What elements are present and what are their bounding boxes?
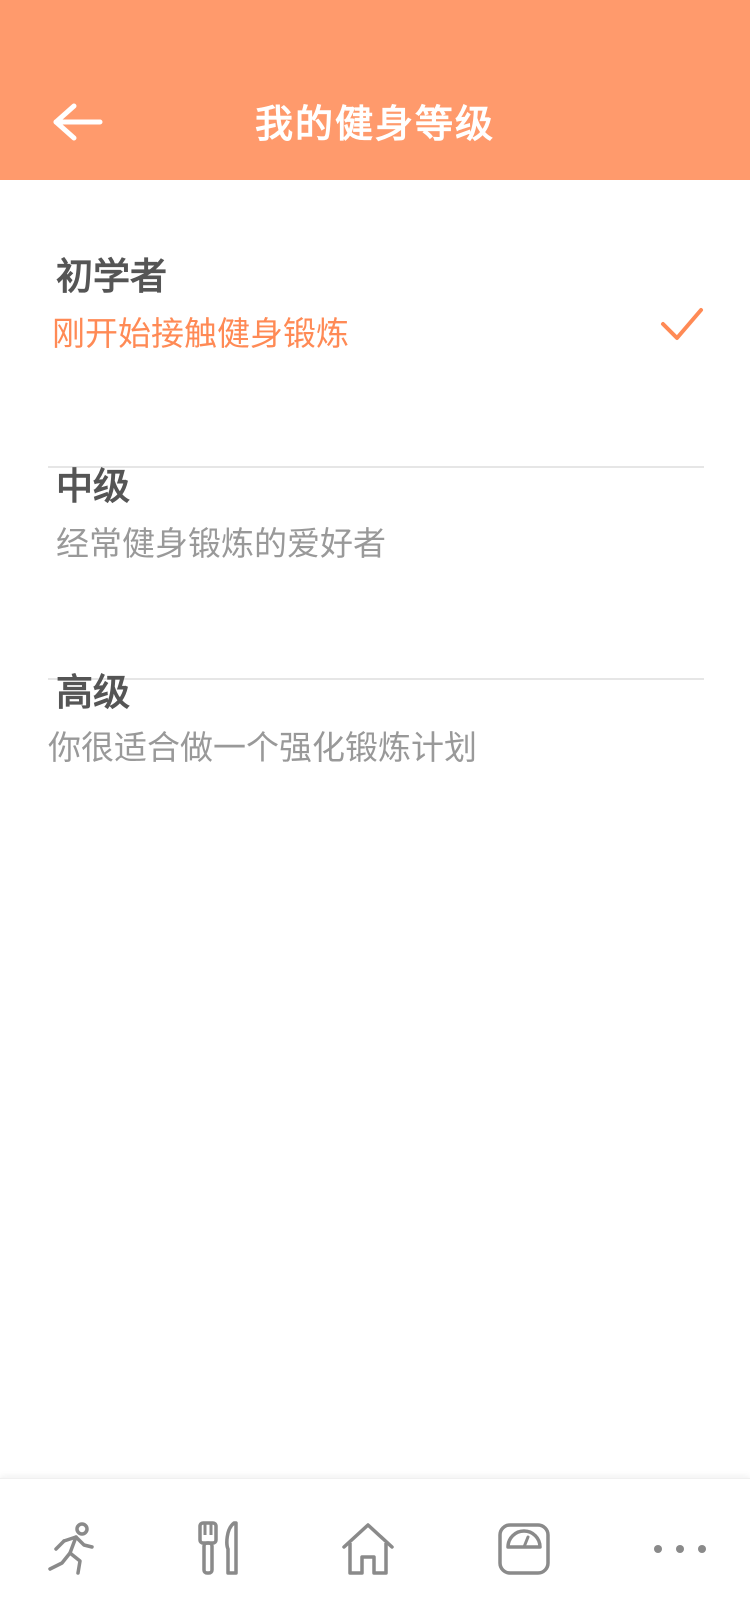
scale-icon xyxy=(498,1523,550,1575)
level-item-intermediate[interactable]: 中级 经常健身锻炼的爱好者 xyxy=(48,460,704,680)
nav-diet[interactable] xyxy=(180,1509,260,1589)
level-item-advanced[interactable]: 高级 你很适合做一个强化锻炼计划 xyxy=(48,668,704,788)
level-name: 中级 xyxy=(56,465,130,508)
checkmark-icon xyxy=(661,308,703,340)
bottom-nav xyxy=(0,1478,750,1624)
level-description: 你很适合做一个强化锻炼计划 xyxy=(48,728,477,767)
more-dots-icon xyxy=(654,1545,706,1553)
level-item-beginner[interactable]: 初学者 刚开始接触健身锻炼 xyxy=(48,250,704,468)
level-description: 经常健身锻炼的爱好者 xyxy=(56,524,386,563)
running-icon xyxy=(48,1522,94,1575)
nav-weight[interactable] xyxy=(484,1509,564,1589)
level-description: 刚开始接触健身锻炼 xyxy=(52,314,349,353)
fitness-level-screen: 我的健身等级 初学者 刚开始接触健身锻炼 中级 经常健身锻炼的爱好者 高级 你很… xyxy=(0,0,750,1624)
level-name: 高级 xyxy=(56,671,130,714)
nav-home[interactable] xyxy=(328,1509,408,1589)
nav-more[interactable] xyxy=(640,1509,720,1589)
home-icon xyxy=(342,1523,394,1575)
nav-exercise[interactable] xyxy=(32,1509,112,1589)
fork-knife-icon xyxy=(198,1521,238,1575)
page-title: 我的健身等级 xyxy=(254,102,495,146)
header-bar: 我的健身等级 xyxy=(0,0,750,180)
level-name: 初学者 xyxy=(56,255,167,298)
